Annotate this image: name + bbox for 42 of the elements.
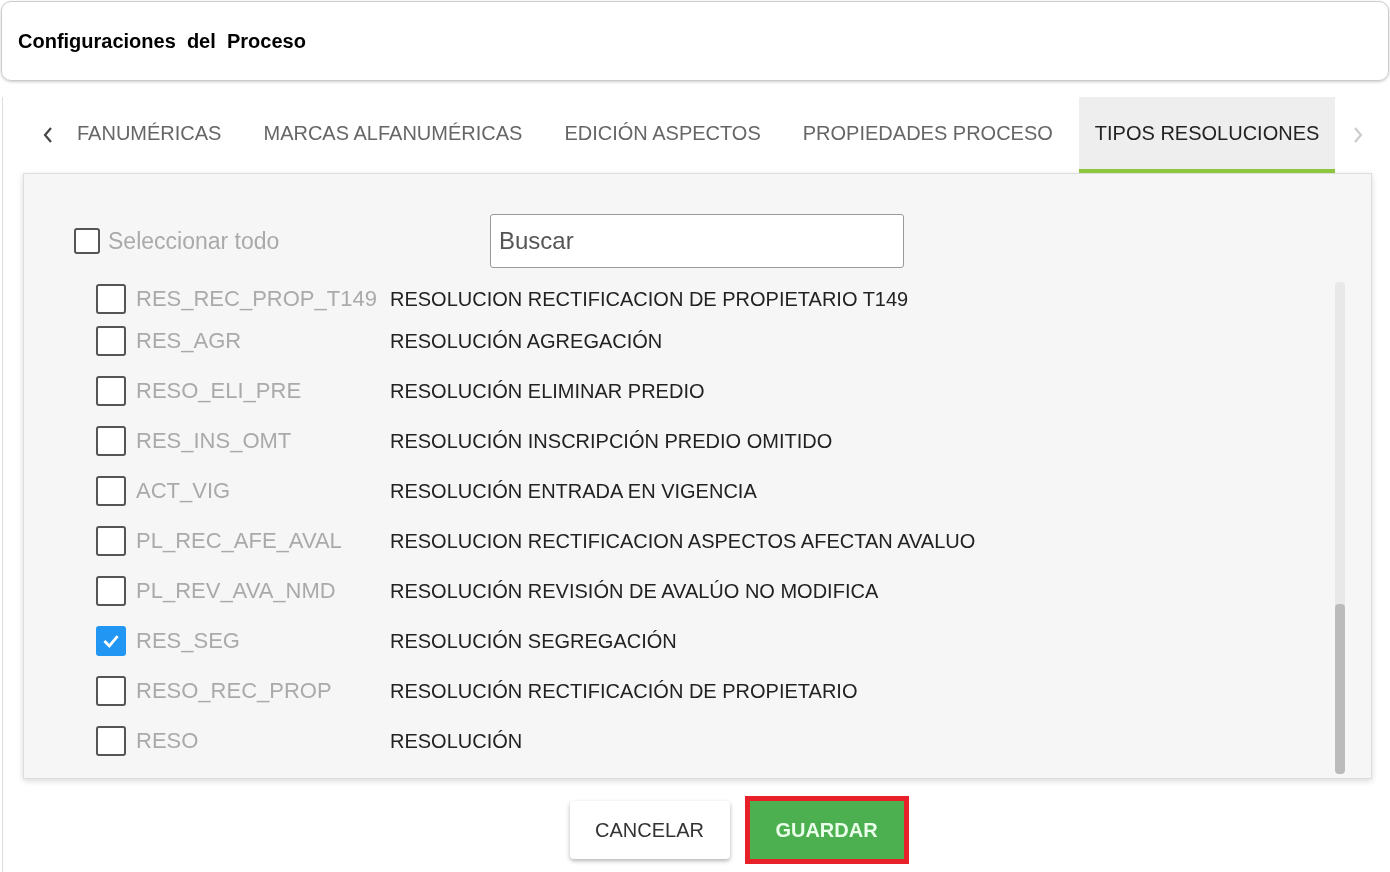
checkbox[interactable] xyxy=(96,676,126,706)
resolution-code: RESO_REC_PROP xyxy=(136,678,333,704)
checkbox[interactable] xyxy=(96,326,126,356)
checkbox[interactable] xyxy=(96,376,126,406)
resolution-code: RES_AGR xyxy=(136,328,243,354)
resolution-name: RESOLUCION RECTIFICACION ASPECTOS AFECTAN AVALUO xyxy=(390,529,976,553)
cancel-button[interactable]: CANCELAR xyxy=(569,801,730,859)
resolution-code: PL_REC_AFE_AVAL xyxy=(136,528,343,554)
resolution-name: RESOLUCIÓN REVISIÓN DE AVALÚO NO MODIFICA xyxy=(390,579,879,603)
resolution-name: RESOLUCIÓN RECTIFICACIÓN DE PROPIETARIO xyxy=(390,679,858,703)
search-field[interactable]: Buscar xyxy=(490,214,904,268)
resolution-name: RESOLUCIÓN ELIMINAR PREDIO xyxy=(390,379,705,403)
tab[interactable]: PROPIEDADES PROCESO xyxy=(786,97,1069,173)
tab[interactable]: TIPOS RESOLUCIONES xyxy=(1078,97,1336,173)
resolution-code: RES_REC_PROP_T149 xyxy=(136,286,378,312)
resolution-code: RES_INS_OMT xyxy=(136,428,293,454)
checkbox[interactable] xyxy=(96,576,126,606)
resolution-name: RESOLUCIÓN AGREGACIÓN xyxy=(390,329,663,353)
select-all-label: Seleccionar todo xyxy=(108,227,280,255)
resolution-name: RESOLUCIÓN xyxy=(390,729,523,753)
page-title: Configuraciones del Proceso xyxy=(18,29,306,53)
resolution-name: RESOLUCIÓN INSCRIPCIÓN PREDIO OMITIDO xyxy=(390,429,833,453)
resolution-code: ACT_VIG xyxy=(136,478,232,504)
resolution-code: PL_REV_AVA_NMD xyxy=(136,578,337,604)
resolution-name: RESOLUCIÓN ENTRADA EN VIGENCIA xyxy=(390,479,757,503)
checkbox[interactable] xyxy=(96,426,126,456)
checkbox[interactable] xyxy=(96,284,126,314)
checkbox[interactable] xyxy=(96,476,126,506)
resolution-name: RESOLUCIÓN SEGREGACIÓN xyxy=(390,629,677,653)
tab[interactable]: FANUMÉRICAS xyxy=(61,97,238,173)
tab[interactable]: EDICIÓN ASPECTOS xyxy=(548,97,777,173)
resolution-code: RESO xyxy=(136,728,200,754)
resolution-code: RESO_ELI_PRE xyxy=(136,378,303,404)
checkbox[interactable] xyxy=(96,626,126,656)
scrollbar[interactable] xyxy=(1335,282,1345,774)
tab[interactable]: MARCAS ALFANUMÉRICAS xyxy=(247,97,539,173)
checkbox[interactable] xyxy=(96,526,126,556)
resolution-code: RES_SEG xyxy=(136,628,241,654)
chevron-left-icon[interactable] xyxy=(41,125,55,145)
checkbox[interactable] xyxy=(74,228,100,254)
checkbox[interactable] xyxy=(96,726,126,756)
resolution-name: RESOLUCION RECTIFICACION DE PROPIETARIO T149 xyxy=(390,287,909,311)
